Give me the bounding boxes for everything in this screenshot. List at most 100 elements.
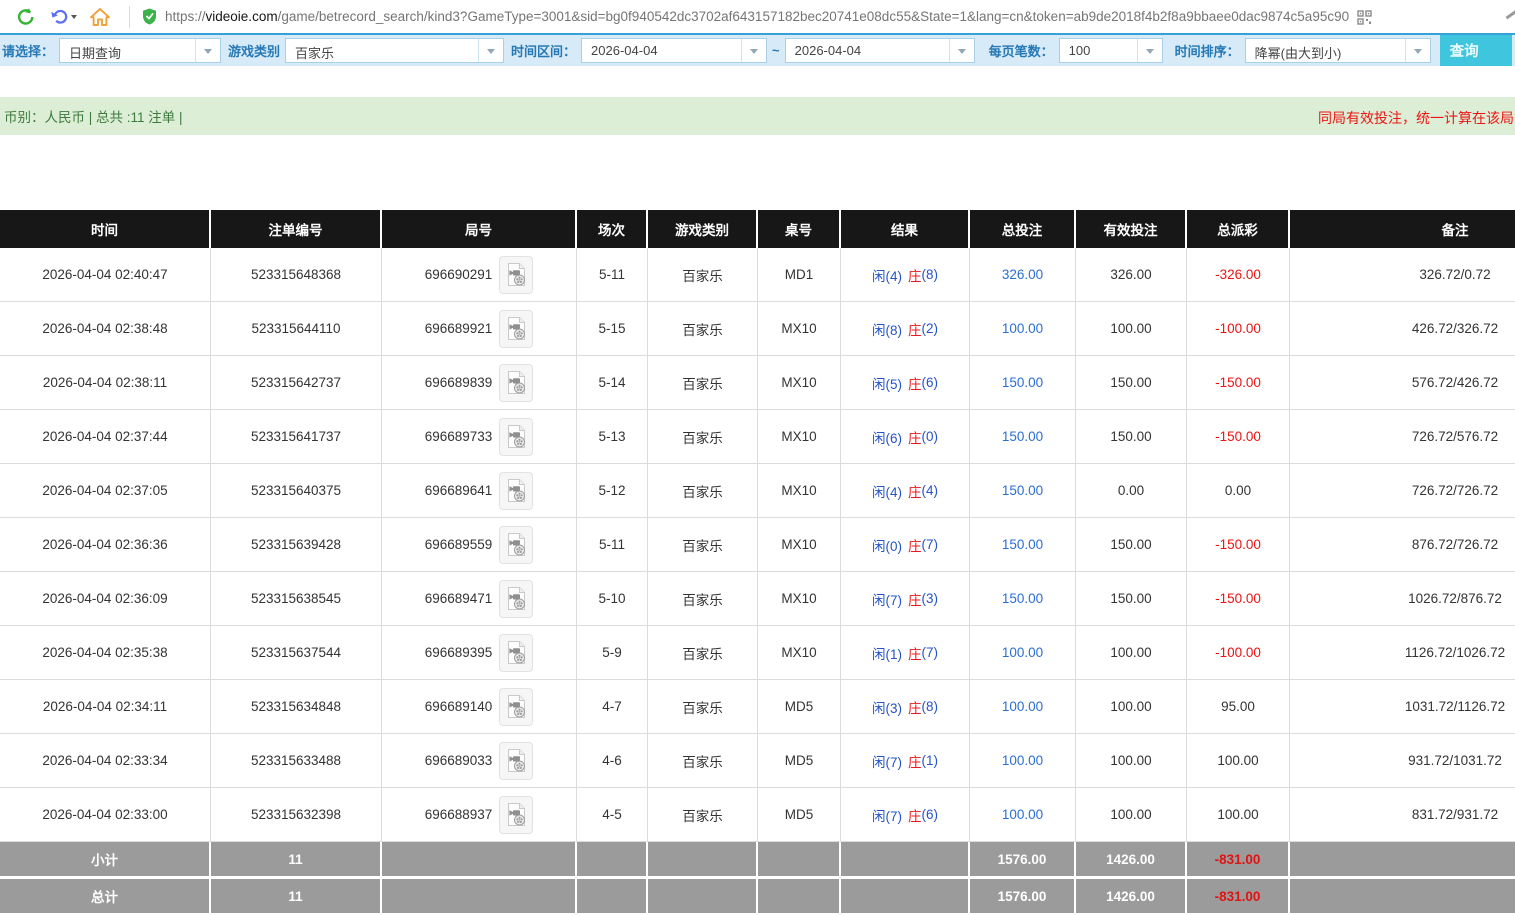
bet-id: 523315640375 [250,483,342,498]
chevron-down-icon[interactable] [195,39,220,62]
cell-round-id: 696689395 [382,626,577,679]
table-row: 2026-04-04 02:37:44 523315641737 696689733… [0,410,1515,464]
column-header-5: 桌号 [758,210,841,248]
valid-bet: 0.00 [1117,483,1145,498]
page-size-select[interactable]: 100 [1058,38,1163,63]
game-type: 百家乐 [682,754,723,770]
video-replay-button[interactable] [499,417,534,456]
video-replay-button[interactable] [499,363,534,402]
video-replay-button[interactable] [499,741,534,780]
result-player: 闲(0) [872,538,902,554]
address-bar[interactable]: https://videoie.com/game/betrecord_searc… [165,9,1349,24]
query-type-value: 日期查询 [69,46,122,61]
table-id: MX10 [781,645,817,660]
remark: 726.72/726.72 [1411,483,1499,498]
result-player: 闲(5) [872,376,902,392]
currency-total-text: 币别：人民币 | 总共 :11 注单 | [4,110,183,125]
remark: 576.72/426.72 [1411,375,1499,390]
cell-round-id: 696689559 [382,518,577,571]
cell-result: 闲(5) 庄 (6) [841,356,970,409]
result-banker-points: (1) [921,753,939,768]
home-icon[interactable] [86,4,114,30]
video-replay-button[interactable] [499,525,534,564]
cell-valid-bet: 100.00 [1076,680,1187,733]
game-type-select[interactable]: 百家乐 [285,38,505,63]
date-from-value: 2026-04-04 [591,43,658,58]
video-replay-button[interactable] [499,579,534,618]
video-replay-button[interactable] [499,255,534,294]
payout: -326.00 [1215,267,1261,282]
cell-round-id: 696689839 [382,356,577,409]
qr-code-icon[interactable] [1357,10,1372,25]
cell-game-type: 百家乐 [648,410,758,463]
date-to-input[interactable]: 2026-04-04 [784,38,975,63]
cell-round-id: 696689733 [382,410,577,463]
remark: 726.72/576.72 [1411,429,1499,444]
chevron-down-icon[interactable] [1136,39,1162,62]
cell-round-id: 696689140 [382,680,577,733]
game-type-label: 游戏类别 [228,44,281,59]
chevron-down-icon[interactable] [478,39,503,62]
table-row: 2026-04-04 02:33:00 523315632398 696688937… [0,788,1515,842]
video-replay-button[interactable] [499,309,534,348]
cell-result: 闲(8) 庄 (2) [841,302,970,355]
chevron-down-icon[interactable] [741,39,766,62]
undo-icon [51,9,68,24]
date-from-input[interactable]: 2026-04-04 [581,38,768,63]
cell-game-type: 百家乐 [648,464,758,517]
cell-time: 2026-04-04 02:35:38 [0,626,211,679]
query-type-select[interactable]: 日期查询 [59,38,222,63]
table-id: MX10 [781,375,817,390]
result-banker-points: (3) [921,591,939,606]
footer-empty-cell [382,842,577,876]
video-replay-button[interactable] [499,687,534,726]
video-replay-button[interactable] [499,633,534,672]
column-header-1: 注单编号 [211,210,382,248]
cell-total-bet: 326.00 [970,248,1076,301]
round-id: 696689921 [424,321,493,336]
cell-bet-id: 523315634848 [211,680,382,733]
cell-payout: -100.00 [1187,302,1290,355]
valid-bet: 100.00 [1110,699,1152,714]
cell-session: 5-14 [577,356,648,409]
column-header-9: 总派彩 [1187,210,1290,248]
cell-bet-id: 523315641737 [211,410,382,463]
cell-valid-bet: 150.00 [1076,518,1187,571]
cell-round-id: 696690291 [382,248,577,301]
bet-time: 2026-04-04 02:40:47 [42,267,168,282]
chevron-down-icon[interactable] [1404,39,1430,62]
undo-menu-caret[interactable] [71,15,77,22]
cell-round-id: 696689921 [382,302,577,355]
footer-valid-bet: 1426.00 [1076,879,1187,913]
result-banker: 庄 [908,592,922,608]
cell-payout: 95.00 [1187,680,1290,733]
round-id: 696690291 [424,267,493,282]
remark: 426.72/326.72 [1411,321,1499,336]
sort-select[interactable]: 降幂(由大到小) [1244,38,1431,63]
cell-session: 5-13 [577,410,648,463]
column-header-2: 局号 [382,210,577,248]
video-replay-button[interactable] [499,471,534,510]
session: 4-6 [602,753,622,768]
video-replay-button[interactable] [499,795,534,834]
game-type: 百家乐 [682,430,723,446]
remark: 931.72/1031.72 [1408,753,1502,768]
url-scheme: https:// [165,9,206,24]
reload-icon[interactable] [12,4,40,30]
undo-button[interactable] [49,7,77,27]
cell-total-bet: 150.00 [970,410,1076,463]
footer-payout: -831.00 [1187,879,1290,913]
payout: -150.00 [1215,591,1261,606]
cell-bet-id: 523315644110 [211,302,382,355]
search-button[interactable]: 查询 [1439,35,1512,66]
cell-payout: -150.00 [1187,356,1290,409]
cell-session: 5-9 [577,626,648,679]
footer-total-bet: 1576.00 [970,879,1076,913]
column-header-3: 场次 [577,210,648,248]
chevron-down-icon[interactable] [948,39,974,62]
total-bet: 326.00 [1001,267,1044,282]
bet-id: 523315633488 [250,753,342,768]
cell-game-type: 百家乐 [648,356,758,409]
cell-total-bet: 150.00 [970,356,1076,409]
cell-time: 2026-04-04 02:33:00 [0,788,211,841]
